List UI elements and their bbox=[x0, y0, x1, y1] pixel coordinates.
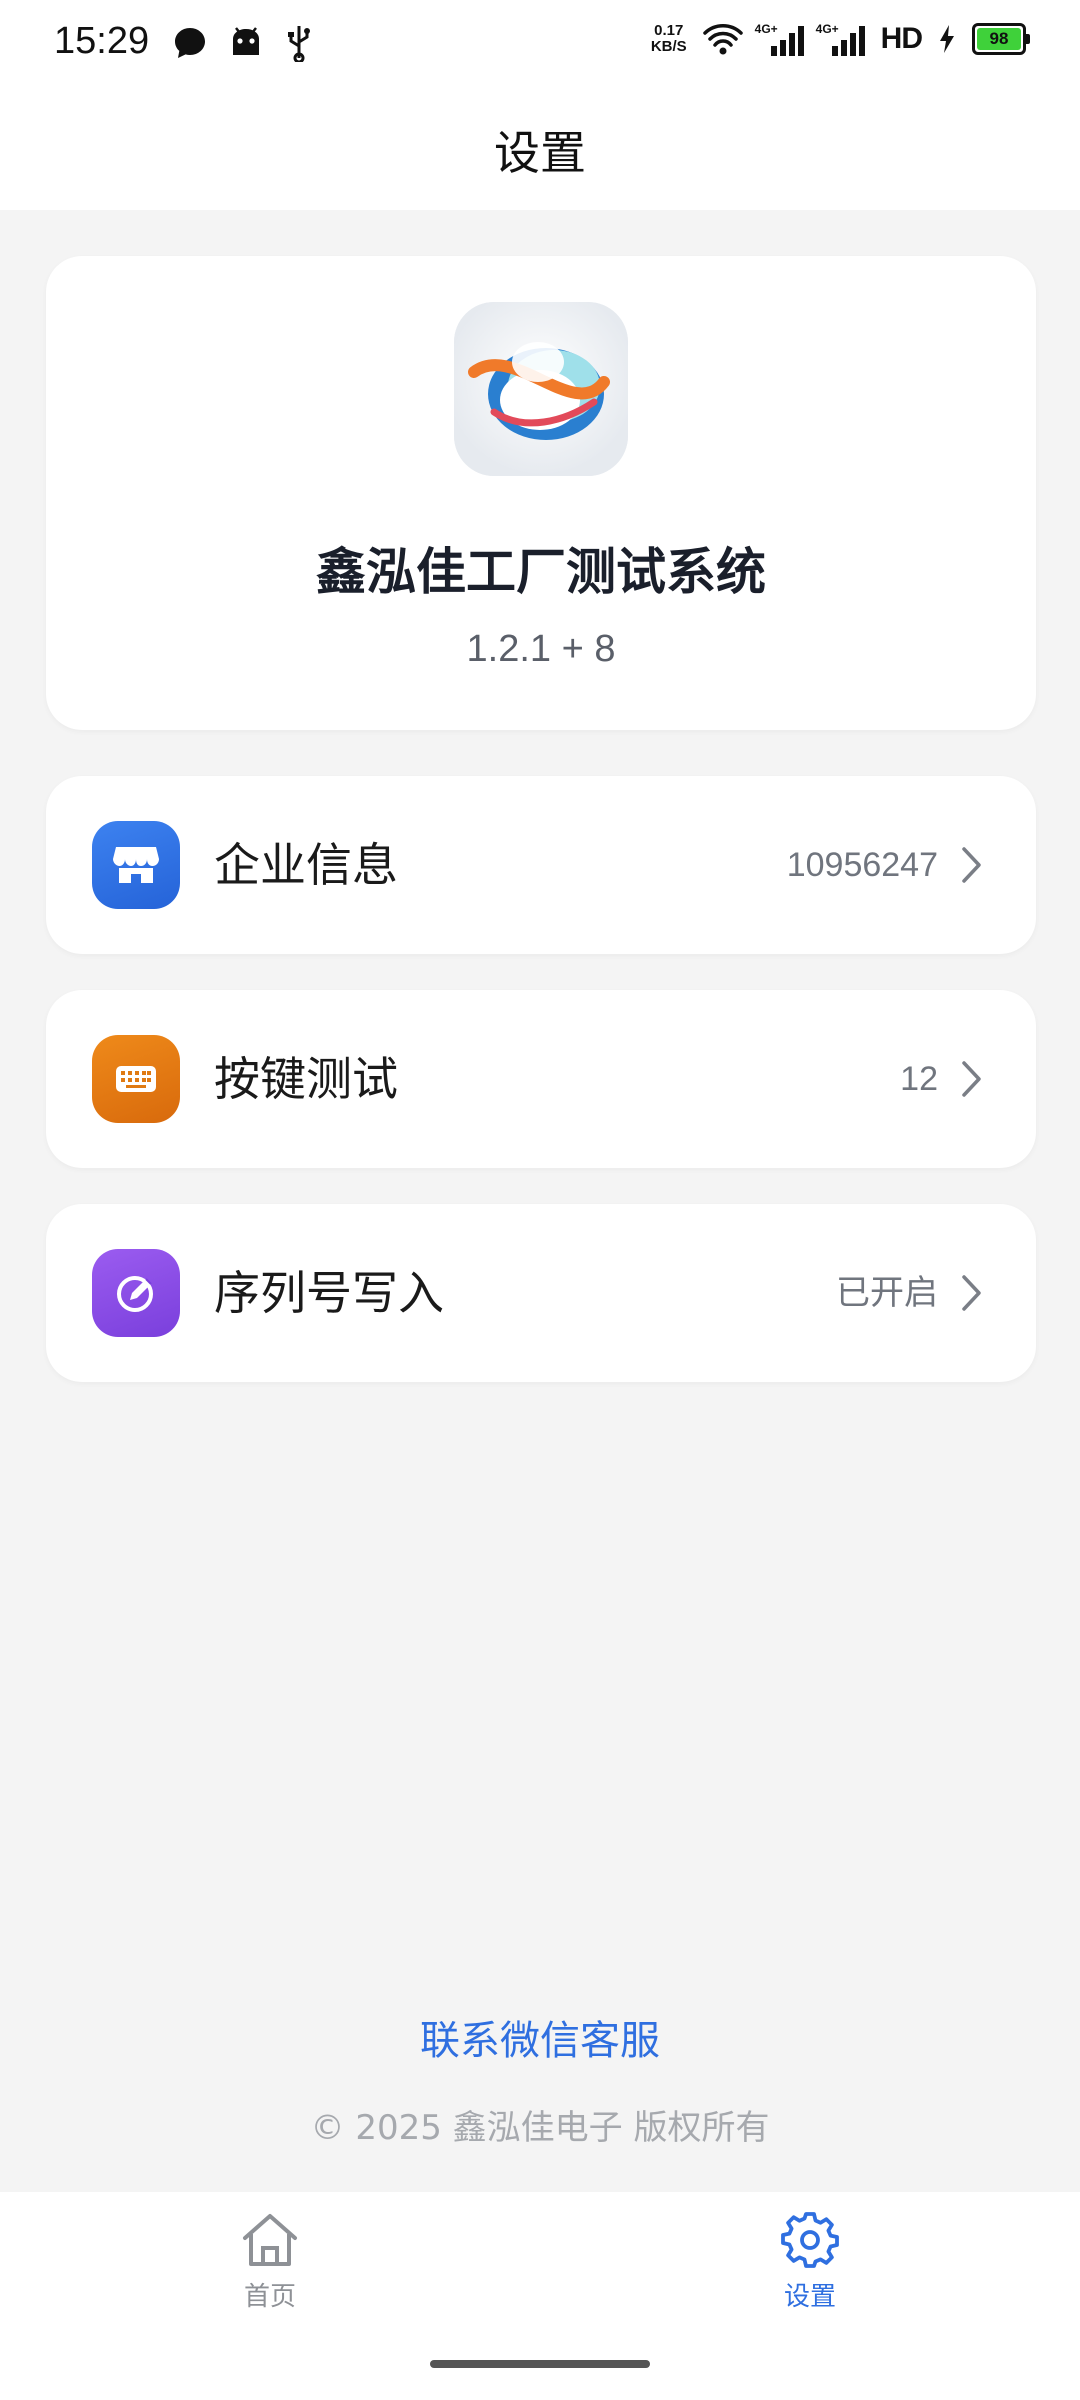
edit-pen-icon bbox=[92, 1249, 180, 1337]
bottom-tab-bar: 首页 设置 bbox=[0, 2192, 1080, 2400]
chat-bubble-icon bbox=[175, 28, 205, 58]
app-version: 1.2.1 + 8 bbox=[466, 628, 616, 670]
app-name: 鑫泓佳工厂测试系统 bbox=[316, 543, 766, 601]
chevron-right-icon bbox=[962, 847, 981, 883]
network-speed-unit: KB/S bbox=[650, 38, 687, 55]
tab-settings-label: 设置 bbox=[783, 2282, 836, 2312]
tab-home-label: 首页 bbox=[243, 2282, 296, 2312]
keyboard-icon bbox=[92, 1035, 180, 1123]
menu-item-value: 12 bbox=[900, 1060, 938, 1098]
app-header: 设置 bbox=[0, 90, 1080, 210]
chevron-right-icon bbox=[962, 1061, 981, 1097]
tab-home[interactable]: 首页 bbox=[170, 2210, 370, 2313]
menu-item-label: 序列号写入 bbox=[214, 1266, 444, 1320]
status-time: 15:29 bbox=[54, 20, 150, 62]
signal-sim2-icon: 4G+ bbox=[816, 22, 865, 56]
usb-icon bbox=[288, 26, 310, 62]
page-title: 设置 bbox=[494, 126, 586, 180]
gear-icon bbox=[781, 2212, 839, 2268]
tab-settings[interactable]: 设置 bbox=[710, 2210, 910, 2313]
hd-voice-indicator: HD bbox=[880, 22, 923, 55]
battery-level: 98 bbox=[977, 28, 1021, 50]
app-info-card: 鑫泓佳工厂测试系统 1.2.1 + 8 bbox=[46, 256, 1036, 730]
battery-icon: 98 bbox=[972, 23, 1030, 55]
menu-item-key-test[interactable]: 按键测试 12 bbox=[46, 990, 1036, 1168]
app-logo bbox=[454, 302, 628, 476]
wifi-icon bbox=[702, 24, 743, 55]
status-indicators: 0.17 KB/S 4G+ 4G+ HD 98 bbox=[651, 22, 1030, 56]
menu-item-company-info[interactable]: 企业信息 10956247 bbox=[46, 776, 1036, 954]
charging-bolt-icon bbox=[940, 25, 954, 53]
menu-item-label: 按键测试 bbox=[214, 1052, 398, 1106]
store-icon bbox=[92, 821, 180, 909]
copyright-text: © 2025 鑫泓佳电子 版权所有 bbox=[310, 2108, 770, 2148]
menu-item-label: 企业信息 bbox=[214, 838, 398, 892]
android-icon bbox=[233, 27, 259, 55]
notification-icons bbox=[172, 24, 314, 62]
sim1-network-label: 4G+ bbox=[754, 22, 778, 36]
menu-item-value: 已开启 bbox=[836, 1274, 938, 1312]
sim2-network-label: 4G+ bbox=[815, 22, 839, 36]
home-indicator[interactable] bbox=[430, 2360, 650, 2368]
contact-wechat-support-link[interactable]: 联系微信客服 bbox=[0, 2008, 1080, 2066]
signal-sim1-icon: 4G+ bbox=[755, 22, 804, 56]
network-speed-value: 0.17 bbox=[654, 22, 684, 39]
chevron-right-icon bbox=[962, 1275, 981, 1311]
status-bar: 15:29 0.17 KB/S 4G+ 4G+ HD 98 bbox=[0, 0, 1080, 90]
home-icon bbox=[243, 2214, 297, 2266]
network-speed: 0.17 KB/S bbox=[651, 23, 687, 55]
menu-item-serial-write[interactable]: 序列号写入 已开启 bbox=[46, 1204, 1036, 1382]
menu-item-value: 10956247 bbox=[786, 846, 938, 884]
